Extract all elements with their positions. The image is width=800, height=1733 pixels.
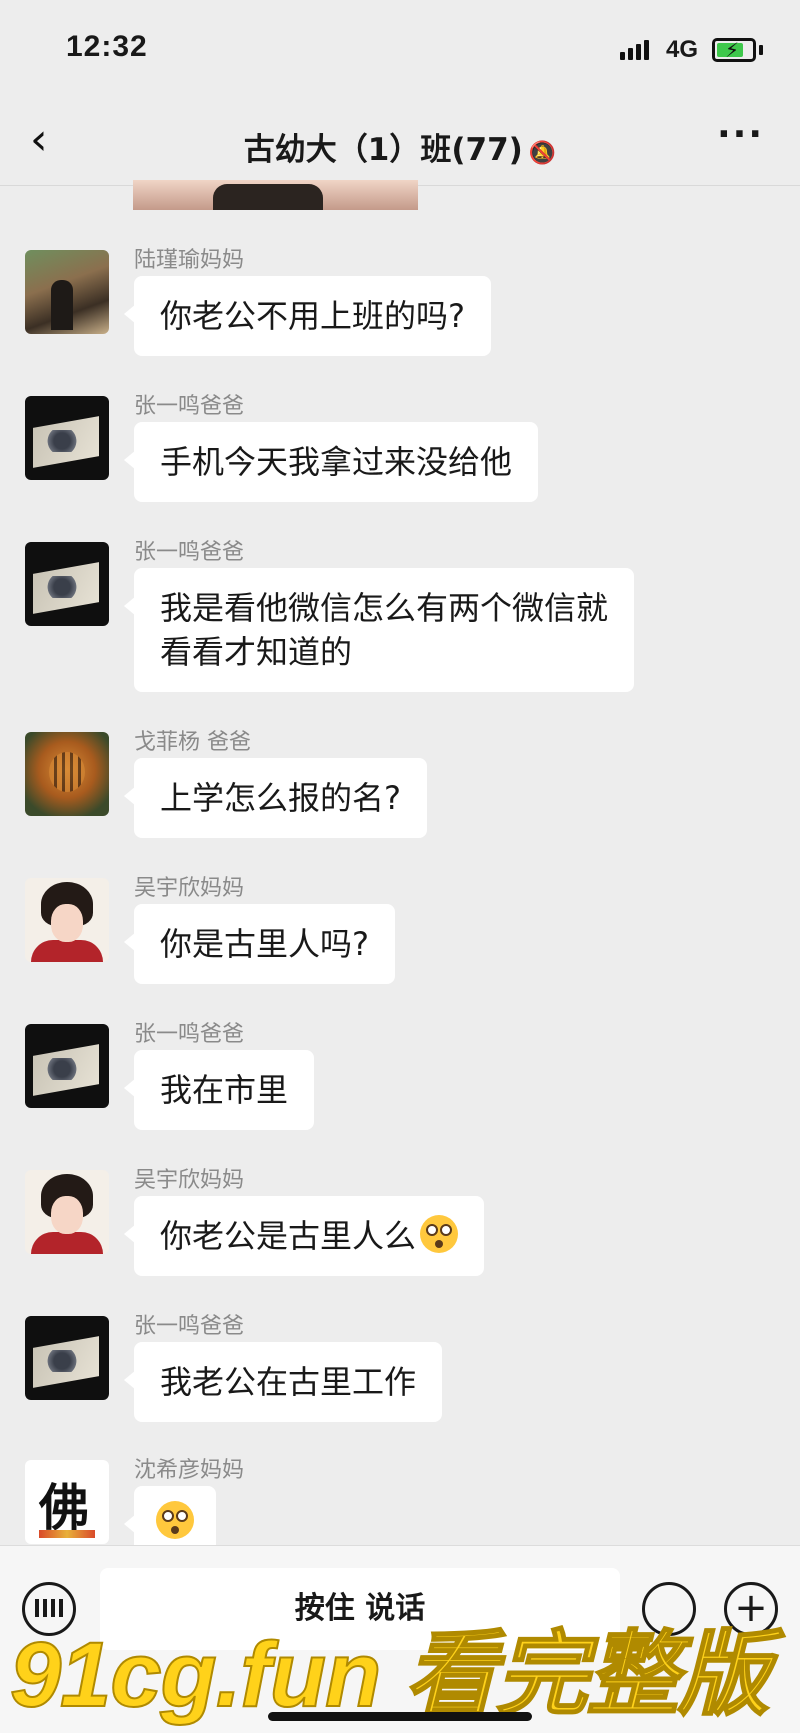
chat-header: ‹ 古幼大（1）班(77) 🔕 ··· — [0, 100, 800, 186]
signal-icon — [620, 40, 649, 60]
bell-muted-icon: 🔕 — [528, 141, 557, 166]
message-bubble[interactable]: 我老公在古里工作 — [123, 1342, 443, 1422]
avatar[interactable] — [25, 1170, 109, 1254]
avatar[interactable] — [25, 732, 109, 816]
flushed-face-icon — [156, 1501, 194, 1539]
avatar[interactable] — [25, 396, 109, 480]
sender-name: 沈希彦妈妈 — [134, 1458, 245, 1483]
message-bubble[interactable]: 手机今天我拿过来没给他 — [123, 422, 539, 502]
status-time: 12:32 — [66, 30, 148, 63]
battery-tip — [759, 45, 763, 55]
avatar[interactable] — [25, 542, 109, 626]
sender-name: 吴宇欣妈妈 — [134, 1168, 245, 1193]
avatar[interactable] — [25, 250, 109, 334]
avatar[interactable] — [25, 878, 109, 962]
more-icon[interactable]: ··· — [717, 114, 764, 155]
chat-title-text: 古幼大（1）班(77) — [243, 132, 523, 168]
message-bubble[interactable]: 你是古里人吗? — [124, 904, 395, 984]
sender-name: 吴宇欣妈妈 — [134, 876, 245, 901]
sender-name: 张一鸣爸爸 — [134, 1022, 245, 1047]
message-bubble[interactable]: 上学怎么报的名? — [124, 758, 427, 838]
video-thumbnail[interactable] — [133, 180, 418, 210]
sender-name: 张一鸣爸爸 — [134, 1314, 245, 1339]
home-indicator[interactable] — [268, 1712, 532, 1721]
message-bubble[interactable]: 我是看他微信怎么有两个微信就 看看才知道的 — [123, 568, 635, 692]
sender-name: 张一鸣爸爸 — [134, 394, 245, 419]
message-text: 你老公是古里人么 — [160, 1217, 417, 1255]
battery-icon: ⚡ — [712, 38, 756, 62]
message-bubble[interactable]: 你老公不用上班的吗? — [124, 276, 491, 356]
sender-name: 戈菲杨 爸爸 — [134, 730, 251, 755]
avatar[interactable] — [25, 1024, 109, 1108]
avatar-glyph: 佛 — [39, 1478, 89, 1537]
avatar[interactable]: 佛 — [25, 1460, 109, 1544]
message-bubble[interactable]: 你老公是古里人么 — [123, 1196, 485, 1276]
avatar[interactable] — [25, 1316, 109, 1400]
sender-name: 陆瑾瑜妈妈 — [134, 248, 245, 273]
status-bar: 12:32 4G ⚡ — [0, 0, 800, 100]
chat-title[interactable]: 古幼大（1）班(77) 🔕 — [0, 124, 800, 169]
flushed-face-icon — [420, 1215, 459, 1253]
message-bubble[interactable]: 我在市里 — [123, 1050, 315, 1130]
sender-name: 张一鸣爸爸 — [134, 540, 245, 565]
network-type: 4G — [666, 36, 699, 63]
